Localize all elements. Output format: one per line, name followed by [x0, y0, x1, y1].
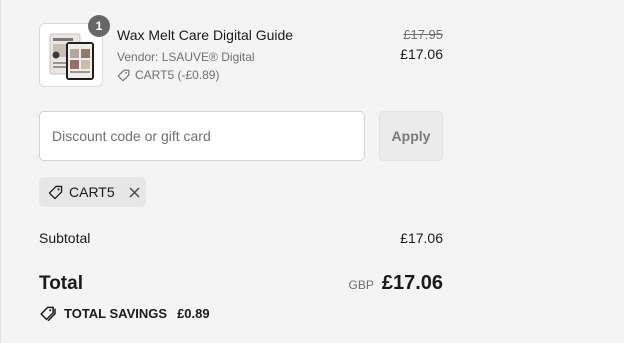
- savings-value: £0.89: [177, 306, 210, 321]
- line-discount: CART5 (-£0.89): [117, 68, 219, 82]
- tag-icon: [48, 185, 63, 199]
- apply-button[interactable]: Apply: [379, 111, 443, 161]
- applied-code-label: CART5: [69, 184, 115, 200]
- total-label: Total: [39, 273, 83, 294]
- tags-icon: [40, 306, 56, 321]
- total-value: £17.06: [381, 272, 443, 294]
- discount-code-input[interactable]: [39, 111, 365, 161]
- close-icon: [129, 187, 140, 197]
- subtotal-label: Subtotal: [39, 230, 91, 246]
- line-discount-text: CART5 (-£0.89): [135, 68, 220, 82]
- quantity-badge: 1: [88, 15, 110, 37]
- total-amount: GBP £17.06: [348, 272, 443, 295]
- divider: [0, 0, 1, 343]
- applied-discount-chip: CART5: [39, 177, 146, 207]
- remove-discount-button[interactable]: [128, 185, 142, 199]
- currency-code: GBP: [348, 278, 374, 292]
- order-summary: 1 Wax Melt Care Digital Guide Vendor: LS…: [0, 0, 624, 343]
- total-savings: TOTAL SAVINGS £0.89: [39, 306, 210, 321]
- savings-label: TOTAL SAVINGS: [64, 306, 168, 321]
- product-title: Wax Melt Care Digital Guide: [117, 27, 294, 43]
- tag-icon: [117, 69, 130, 81]
- discounted-price: £17.06: [400, 46, 443, 62]
- product-vendor: Vendor: LSAUVE® Digital: [117, 50, 255, 64]
- subtotal-value: £17.06: [400, 230, 443, 246]
- original-price: £17.95: [403, 27, 443, 42]
